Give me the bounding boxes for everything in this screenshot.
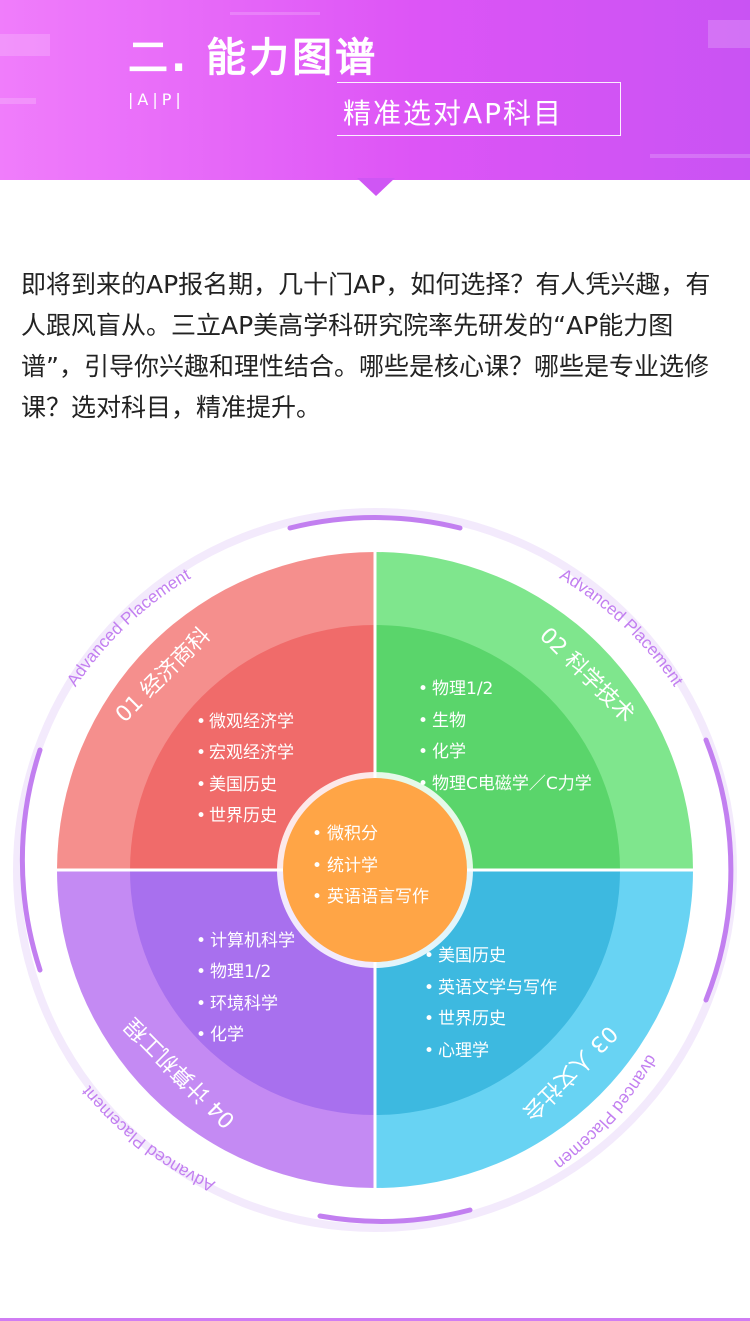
list-item: 英语文学与写作 — [438, 978, 557, 998]
list-item: 世界历史 — [209, 806, 277, 826]
page-subtitle: 精准选对AP科目 — [343, 97, 564, 130]
list-bullet: • — [312, 887, 322, 907]
list-bullet: • — [196, 806, 206, 826]
list-item: 美国历史 — [209, 775, 277, 795]
header-decoration — [708, 20, 750, 48]
list-bullet: • — [418, 742, 428, 762]
list-item: 物理1/2 — [432, 679, 493, 699]
list-bullet: • — [196, 962, 206, 982]
list-item: 生物 — [432, 711, 466, 731]
list-bullet: • — [312, 824, 322, 844]
header-decoration — [650, 154, 750, 158]
list-bullet: • — [424, 978, 434, 998]
list-item: 物理C电磁学／C力学 — [432, 774, 592, 794]
list-bullet: • — [418, 679, 428, 699]
list-bullet: • — [424, 1041, 434, 1061]
list-item: 计算机科学 — [210, 931, 295, 951]
list-bullet: • — [196, 775, 206, 795]
header-pointer — [357, 178, 395, 196]
list-item: 微观经济学 — [209, 712, 294, 732]
list-bullet: • — [424, 946, 434, 966]
page-header: 二. 能力图谱 |A|P| 精准选对AP科目 — [0, 0, 750, 180]
header-decoration — [230, 12, 320, 15]
list-item: 美国历史 — [438, 946, 506, 966]
list-bullet: • — [424, 1009, 434, 1029]
list-item: 化学 — [210, 1025, 244, 1045]
list-item: 世界历史 — [438, 1009, 506, 1029]
list-item: 物理1/2 — [210, 962, 271, 982]
ability-wheel: Advanced Placement Advanced Placement Ad… — [0, 500, 737, 1232]
list-bullet: • — [196, 712, 206, 732]
list-item: 化学 — [432, 742, 466, 762]
list-bullet: • — [312, 856, 322, 876]
list-item: 英语语言写作 — [327, 887, 429, 907]
ap-mark: |A|P| — [128, 90, 185, 109]
header-decoration — [0, 98, 36, 104]
list-bullet: • — [418, 711, 428, 731]
list-item: 宏观经济学 — [209, 743, 294, 763]
list-bullet: • — [196, 743, 206, 763]
list-bullet: • — [196, 931, 206, 951]
header-decoration — [0, 34, 50, 56]
intro-paragraph: 即将到来的AP报名期，几十门AP，如何选择？有人凭兴趣，有人跟风盲从。三立AP美… — [21, 270, 711, 422]
list-item: 心理学 — [438, 1041, 489, 1061]
list-item: 统计学 — [327, 856, 378, 876]
page-title: 二. 能力图谱 — [128, 35, 379, 81]
list-bullet: • — [418, 774, 428, 794]
list-item: 微积分 — [327, 824, 378, 844]
list-bullet: • — [196, 994, 206, 1014]
list-item: 环境科学 — [210, 994, 278, 1014]
list-bullet: • — [196, 1025, 206, 1045]
